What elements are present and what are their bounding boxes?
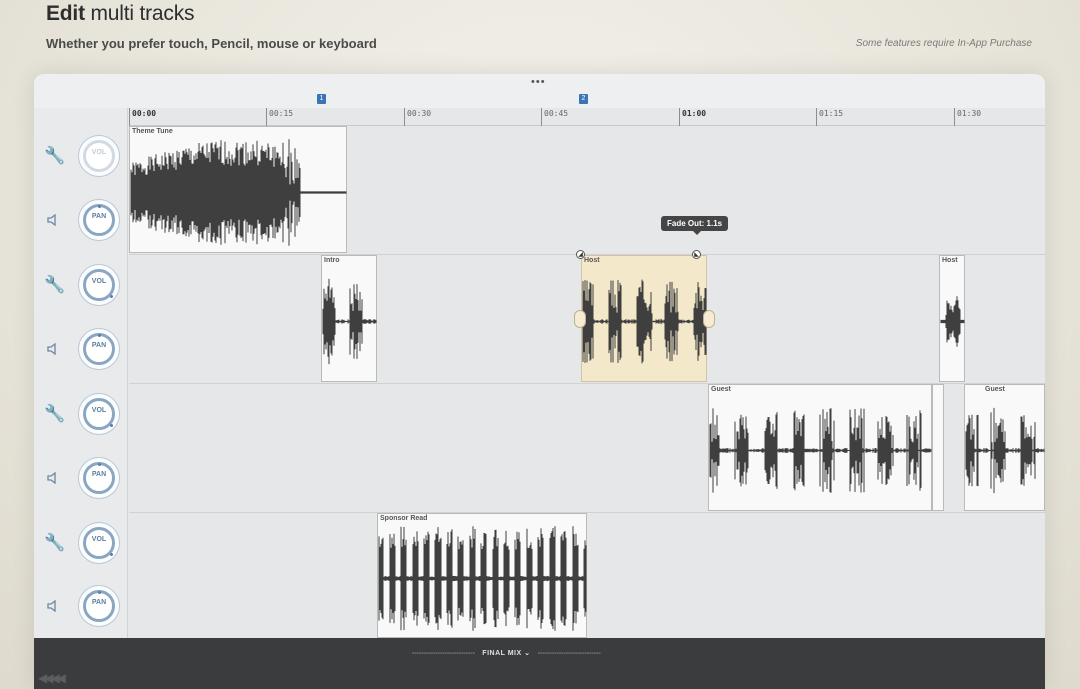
speaker-icon[interactable] — [46, 599, 60, 613]
final-mix-selector[interactable]: --------------------------- FINAL MIX ⌄ … — [412, 649, 601, 657]
wrench-icon[interactable]: 🔧 — [44, 145, 66, 167]
chapter-marker[interactable]: 2 — [579, 94, 588, 104]
ruler-tick: 00:15 — [266, 108, 293, 126]
track-lane-2[interactable]: Intro Host ◢ ◣ Host — [129, 250, 1045, 384]
ruler-tick: 00:30 — [404, 108, 431, 126]
speaker-icon[interactable] — [46, 213, 60, 227]
waveform — [378, 526, 587, 631]
chevron-down-icon: ⌄ — [524, 650, 531, 657]
speaker-icon[interactable] — [46, 342, 60, 356]
waveform — [965, 407, 1045, 494]
fade-handle-icon[interactable]: ◢ — [576, 250, 585, 259]
ruler-tick: 01:15 — [816, 108, 843, 126]
timeline-ruler[interactable]: 00:00 00:15 00:30 00:45 01:00 01:15 01:3… — [129, 108, 1045, 126]
chapter-marker[interactable]: 1 — [317, 94, 326, 104]
waveform — [322, 278, 377, 365]
waveform-path — [709, 408, 932, 493]
ruler-tick: 01:30 — [954, 108, 981, 126]
bottom-bar: --------------------------- FINAL MIX ⌄ … — [34, 638, 1045, 689]
track-lane-4[interactable]: Sponsor Read — [129, 513, 1045, 642]
pan-knob[interactable]: PAN — [78, 457, 120, 499]
trim-handle-left[interactable] — [574, 310, 586, 328]
volume-knob[interactable]: VOL — [78, 135, 120, 177]
ruler-tick: 00:00 — [129, 108, 156, 126]
track-lane-1[interactable]: Theme Tune — [129, 126, 1045, 255]
audio-clip[interactable]: Guest — [964, 384, 1045, 511]
audio-clip[interactable]: Intro — [321, 255, 377, 382]
audio-clip[interactable]: Guest — [708, 384, 932, 511]
waveform-path — [940, 296, 965, 347]
app-window: ••• 00:00 00:15 00:30 00:45 01:00 01:15 … — [34, 74, 1045, 689]
audio-clip[interactable] — [932, 384, 944, 511]
waveform-path — [378, 526, 587, 631]
rewind-icon[interactable]: ◀◀◀◀ — [38, 671, 66, 685]
waveform — [130, 139, 347, 246]
trim-handle-right[interactable] — [703, 310, 715, 328]
volume-knob[interactable]: VOL — [78, 393, 120, 435]
waveform — [940, 296, 965, 347]
final-mix-label: FINAL MIX — [482, 650, 522, 657]
in-app-purchase-note: Some features require In-App Purchase — [855, 38, 1032, 49]
ruler-tick: 00:45 — [541, 108, 568, 126]
volume-knob[interactable]: VOL — [78, 522, 120, 564]
fade-handle-icon[interactable]: ◣ — [692, 250, 701, 259]
audio-clip[interactable]: Host — [939, 255, 965, 382]
wrench-icon[interactable]: 🔧 — [44, 274, 66, 296]
track-lane-3[interactable]: Guest Guest — [129, 384, 1045, 513]
selected-audio-clip[interactable]: Host ◢ ◣ — [574, 250, 715, 382]
ruler-tick: 01:00 — [679, 108, 706, 126]
track-controls-column — [34, 108, 128, 638]
more-options-icon[interactable]: ••• — [531, 76, 546, 88]
pan-knob[interactable]: PAN — [78, 199, 120, 241]
audio-clip[interactable]: Theme Tune — [129, 126, 347, 253]
volume-knob[interactable]: VOL — [78, 264, 120, 306]
waveform — [709, 408, 932, 493]
wrench-icon[interactable]: 🔧 — [44, 403, 66, 425]
page-title: Edit multi tracks — [46, 2, 195, 25]
waveform-path — [965, 407, 1045, 494]
pan-knob[interactable]: PAN — [78, 328, 120, 370]
wrench-icon[interactable]: 🔧 — [44, 532, 66, 554]
waveform-path — [322, 278, 377, 365]
waveform-path — [582, 279, 707, 364]
waveform-path — [130, 139, 347, 246]
speaker-icon[interactable] — [46, 471, 60, 485]
waveform — [582, 279, 707, 364]
page-subtitle: Whether you prefer touch, Pencil, mouse … — [46, 36, 377, 51]
audio-clip[interactable]: Sponsor Read — [377, 513, 587, 638]
fade-out-tooltip: Fade Out: 1.1s — [661, 216, 729, 235]
pan-knob[interactable]: PAN — [78, 585, 120, 627]
top-bar: ••• — [34, 74, 1045, 108]
